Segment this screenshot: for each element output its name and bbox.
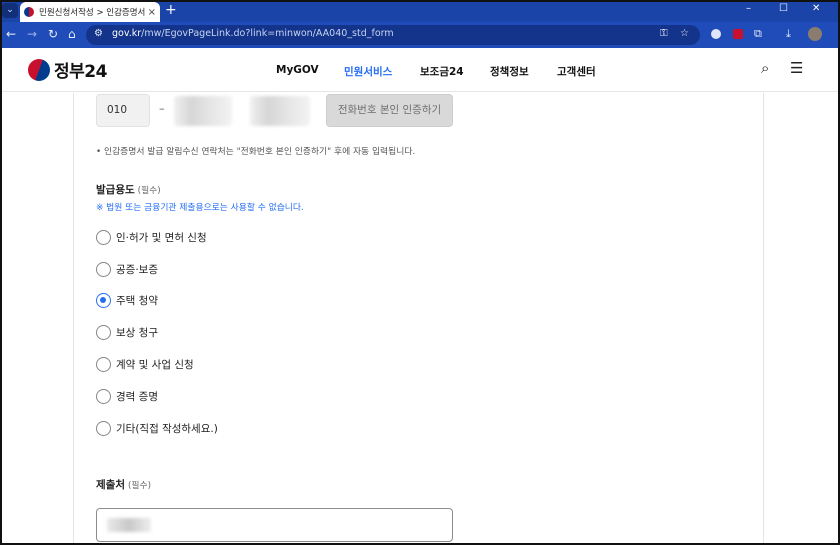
gov24-favicon-icon xyxy=(24,7,34,17)
radio-label: 기타(직접 작성하세요.) xyxy=(116,422,218,435)
nav-policy-info[interactable]: 정책정보 xyxy=(490,64,529,79)
purpose-warning: ※ 법원 또는 금융기관 제출용으로는 사용할 수 없습니다. xyxy=(96,203,304,213)
radio-label: 보상 청구 xyxy=(116,326,158,339)
browser-tab[interactable]: 민원신청서작성 > 인감증명서 × xyxy=(20,2,160,22)
phone-separator: – xyxy=(159,102,165,115)
extensions-puzzle-icon[interactable]: ⧉ xyxy=(754,27,762,41)
new-tab-button[interactable]: + xyxy=(165,2,177,18)
url-path: /mw/EgovPageLink.do?link=minwon/AA040_st… xyxy=(141,28,394,39)
search-icon[interactable]: ⌕ xyxy=(761,59,769,77)
submit-to-value-redacted xyxy=(107,518,151,532)
profile-avatar[interactable] xyxy=(808,27,822,41)
browser-toolbar: ← → ↻ ⌂ ⚙ gov.kr/mw/EgovPageLink.do?link… xyxy=(0,22,840,48)
site-header: 정부24 MyGOV 민원서비스 보조금24 정책정보 고객센터 ⌕ ☰ xyxy=(0,48,840,92)
password-key-icon[interactable]: ⚿ xyxy=(660,28,668,39)
phone-verify-button[interactable]: 전화번호 본인 인증하기 xyxy=(326,94,453,127)
radio-button[interactable] xyxy=(96,324,111,340)
radio-label: 인·허가 및 면허 신청 xyxy=(116,231,207,244)
hamburger-menu-icon[interactable]: ☰ xyxy=(790,59,803,77)
purpose-option-housing-subscription[interactable]: 주택 청약 xyxy=(96,291,158,309)
url-host: gov.kr xyxy=(112,28,142,39)
reload-icon[interactable]: ↻ xyxy=(48,27,58,41)
nav-mygov[interactable]: MyGOV xyxy=(276,64,319,76)
address-bar[interactable]: ⚙ gov.kr/mw/EgovPageLink.do?link=minwon/… xyxy=(86,25,700,45)
purpose-option-compensation[interactable]: 보상 청구 xyxy=(96,323,158,341)
home-icon[interactable]: ⌂ xyxy=(68,27,76,41)
radio-button[interactable] xyxy=(96,356,111,372)
application-form: 010 – 전화번호 본인 인증하기 • 인감증명서 발급 알림수신 연락처는 … xyxy=(0,93,840,545)
tab-title: 민원신청서작성 > 인감증명서 xyxy=(39,8,145,18)
submit-to-required-label: (필수) xyxy=(127,481,152,491)
nav-subsidy24[interactable]: 보조금24 xyxy=(420,64,464,79)
site-info-icon[interactable]: ⚙ xyxy=(94,28,103,39)
content-right-border xyxy=(763,93,764,545)
tab-search-button[interactable]: ⌄ xyxy=(2,3,18,18)
radio-label: 주택 청약 xyxy=(116,294,158,307)
browser-tab-strip: ⌄ 민원신청서작성 > 인감증명서 × + – ☐ ✕ xyxy=(0,0,840,22)
maximize-button[interactable]: ☐ xyxy=(779,3,788,15)
phone-middle-field-redacted[interactable] xyxy=(174,96,232,126)
radio-button-checked[interactable] xyxy=(96,292,111,308)
purpose-option-career[interactable]: 경력 증명 xyxy=(96,387,158,405)
extension-circle-icon[interactable] xyxy=(711,29,721,39)
nav-civil-service[interactable]: 민원서비스 xyxy=(344,64,392,79)
logo-text: 정부24 xyxy=(54,62,107,82)
radio-button[interactable] xyxy=(96,420,111,436)
nav-customer-center[interactable]: 고객센터 xyxy=(557,64,596,79)
purpose-option-other[interactable]: 기타(직접 작성하세요.) xyxy=(96,419,218,437)
radio-button[interactable] xyxy=(96,229,111,245)
radio-label: 계약 및 사업 신청 xyxy=(116,358,194,371)
forward-icon[interactable]: → xyxy=(27,27,37,41)
radio-button[interactable] xyxy=(96,261,111,277)
purpose-title: 발급용도 (필수) xyxy=(96,182,161,197)
extension-red-icon[interactable] xyxy=(733,29,743,39)
purpose-required-label: (필수) xyxy=(137,186,161,196)
taegeuk-emblem-icon xyxy=(28,58,50,81)
radio-button[interactable] xyxy=(96,388,111,404)
submit-to-input[interactable] xyxy=(96,508,453,542)
purpose-option-contract[interactable]: 계약 및 사업 신청 xyxy=(96,355,194,373)
purpose-option-license[interactable]: 인·허가 및 면허 신청 xyxy=(96,228,207,246)
download-icon[interactable]: ⤓ xyxy=(786,27,791,41)
submit-to-title-text: 제출처 xyxy=(96,479,125,491)
phone-prefix-field[interactable]: 010 xyxy=(96,94,150,127)
radio-label: 공증·보증 xyxy=(116,263,158,276)
window-close-button[interactable]: ✕ xyxy=(812,3,820,15)
phone-notice: • 인감증명서 발급 알림수신 연락처는 "전화번호 본인 인증하기" 후에 자… xyxy=(96,147,416,157)
minimize-button[interactable]: – xyxy=(746,3,751,15)
gov24-logo[interactable]: 정부24 xyxy=(28,57,107,82)
tab-close-icon[interactable]: × xyxy=(148,7,156,18)
purpose-option-notarization[interactable]: 공증·보증 xyxy=(96,260,158,278)
radio-label: 경력 증명 xyxy=(116,390,158,403)
purpose-title-text: 발급용도 xyxy=(96,184,135,196)
bookmark-star-icon[interactable]: ☆ xyxy=(680,28,689,39)
url-text: gov.kr/mw/EgovPageLink.do?link=minwon/AA… xyxy=(112,28,394,39)
submit-to-title: 제출처 (필수) xyxy=(96,477,151,492)
phone-last-field-redacted[interactable] xyxy=(250,96,310,126)
back-icon[interactable]: ← xyxy=(6,27,16,41)
content-left-border xyxy=(73,93,74,545)
